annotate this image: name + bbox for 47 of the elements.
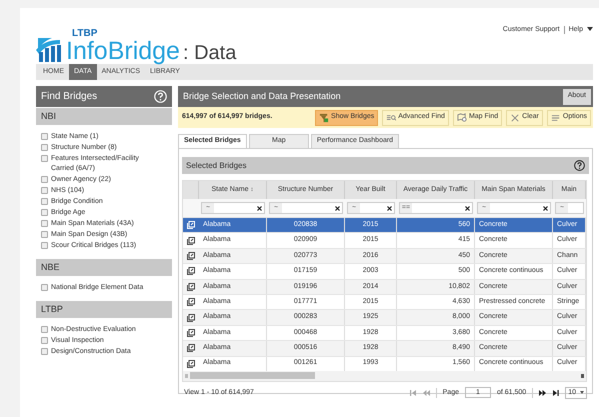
checkbox[interactable] bbox=[41, 220, 48, 227]
checkbox[interactable] bbox=[41, 284, 48, 291]
section-header: NBI bbox=[36, 108, 172, 125]
last-page-icon[interactable] bbox=[552, 390, 560, 396]
first-page-icon[interactable] bbox=[410, 390, 417, 396]
open-record-icon[interactable] bbox=[187, 344, 195, 352]
checkbox[interactable] bbox=[41, 133, 48, 140]
checkbox[interactable] bbox=[41, 337, 48, 344]
checkbox[interactable] bbox=[41, 187, 48, 194]
open-record-icon[interactable] bbox=[187, 267, 195, 276]
checkbox[interactable] bbox=[41, 326, 48, 333]
grid-title: Selected Bridges bbox=[186, 160, 246, 172]
next-page-icon[interactable] bbox=[539, 390, 546, 396]
checkbox[interactable] bbox=[41, 242, 48, 249]
logo-subtitle: LTBP bbox=[72, 29, 98, 39]
open-record-icon[interactable] bbox=[187, 328, 195, 337]
dropdown-caret-icon[interactable] bbox=[580, 391, 584, 394]
open-record-icon[interactable] bbox=[187, 236, 195, 245]
scroll-left-icon[interactable] bbox=[185, 374, 188, 378]
checkbox[interactable] bbox=[41, 231, 48, 238]
logo-suffix: : Data bbox=[182, 43, 236, 63]
open-record-icon[interactable] bbox=[187, 282, 195, 291]
section-header: NBE bbox=[36, 259, 172, 276]
open-record-icon[interactable] bbox=[187, 252, 195, 260]
previous-page-icon[interactable] bbox=[422, 390, 430, 396]
scrollbar-thumb[interactable] bbox=[190, 372, 315, 380]
panel-title: Find Bridges bbox=[41, 90, 98, 104]
checkbox[interactable] bbox=[41, 155, 48, 162]
checkbox[interactable] bbox=[41, 209, 48, 216]
help-icon[interactable] bbox=[574, 160, 585, 171]
open-record-icon[interactable] bbox=[187, 314, 195, 322]
open-record-icon[interactable] bbox=[187, 360, 195, 368]
close-icon bbox=[510, 112, 520, 122]
scroll-right-icon[interactable] bbox=[581, 374, 584, 378]
checkbox[interactable] bbox=[41, 144, 48, 151]
filter-icon bbox=[319, 112, 330, 122]
logo-title: InfoBridge bbox=[66, 39, 180, 64]
checkbox[interactable] bbox=[41, 198, 48, 205]
menu-icon bbox=[550, 112, 561, 122]
panel-title: Bridge Selection and Data Presentation bbox=[183, 90, 341, 103]
search-list-icon bbox=[386, 112, 396, 122]
map-search-icon bbox=[456, 112, 467, 122]
open-record-icon[interactable] bbox=[187, 298, 195, 306]
section-header: LTBP bbox=[36, 301, 172, 318]
checkbox[interactable] bbox=[41, 348, 48, 355]
dropdown-caret-icon[interactable] bbox=[587, 27, 593, 31]
checkbox[interactable] bbox=[41, 176, 48, 183]
